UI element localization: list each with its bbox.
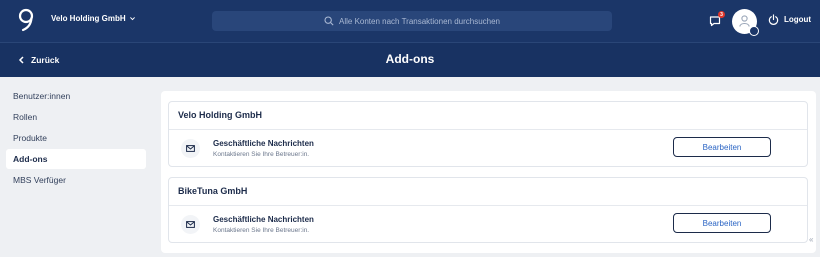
user-icon bbox=[739, 15, 750, 27]
settings-gear-icon bbox=[749, 26, 759, 36]
sidebar: Benutzer:innen Rollen Produkte Add-ons M… bbox=[0, 77, 152, 257]
company-section: BikeTuna GmbH Geschäftliche Nachrichten … bbox=[168, 177, 808, 243]
page-title: Add-ons bbox=[385, 52, 435, 66]
search-input[interactable]: Alle Konten nach Transaktionen durchsuch… bbox=[212, 11, 612, 31]
brand-logo[interactable] bbox=[17, 8, 35, 32]
collapse-sidebar-icon[interactable]: « bbox=[809, 235, 813, 244]
avatar[interactable] bbox=[732, 9, 759, 36]
search-placeholder: Alle Konten nach Transaktionen durchsuch… bbox=[339, 16, 500, 26]
sidebar-item-products[interactable]: Produkte bbox=[6, 128, 146, 148]
sidebar-item-roles[interactable]: Rollen bbox=[6, 107, 146, 127]
chevron-down-icon bbox=[129, 17, 135, 21]
power-icon bbox=[768, 14, 779, 25]
addon-title: Geschäftliche Nachrichten bbox=[213, 215, 314, 224]
logout-label: Logout bbox=[784, 15, 812, 24]
addon-title: Geschäftliche Nachrichten bbox=[213, 139, 314, 148]
company-name: Velo Holding GmbH bbox=[51, 14, 126, 23]
sub-header: Add-ons Zurück bbox=[0, 42, 820, 77]
envelope-icon bbox=[181, 215, 200, 234]
back-label: Zurück bbox=[31, 55, 60, 65]
sidebar-item-mbs-verfueger[interactable]: MBS Verfüger bbox=[6, 170, 146, 190]
company-section: Velo Holding GmbH Geschäftliche Nachrich… bbox=[168, 101, 808, 167]
section-title: Velo Holding GmbH bbox=[178, 110, 263, 120]
back-button[interactable]: Zurück bbox=[18, 55, 59, 65]
divider bbox=[169, 129, 807, 130]
edit-button[interactable]: Bearbeiten bbox=[673, 213, 771, 233]
main-panel: Velo Holding GmbH Geschäftliche Nachrich… bbox=[161, 91, 816, 253]
envelope-icon bbox=[181, 139, 200, 158]
edit-button[interactable]: Bearbeiten bbox=[673, 137, 771, 157]
addon-subtitle: Kontaktieren Sie Ihre Betreuer:in. bbox=[213, 151, 310, 158]
sidebar-item-users[interactable]: Benutzer:innen bbox=[6, 86, 146, 106]
notification-badge: 3 bbox=[718, 11, 725, 18]
divider bbox=[169, 205, 807, 206]
company-switcher[interactable]: Velo Holding GmbH bbox=[51, 14, 136, 23]
top-bar: Velo Holding GmbH Alle Konten nach Trans… bbox=[0, 0, 820, 42]
search-icon bbox=[324, 16, 334, 26]
chevron-left-icon bbox=[18, 56, 24, 64]
addon-subtitle: Kontaktieren Sie Ihre Betreuer:in. bbox=[213, 227, 310, 234]
sidebar-item-addons[interactable]: Add-ons bbox=[6, 149, 146, 169]
logout-button[interactable]: Logout bbox=[768, 14, 811, 25]
section-title: BikeTuna GmbH bbox=[178, 186, 248, 196]
